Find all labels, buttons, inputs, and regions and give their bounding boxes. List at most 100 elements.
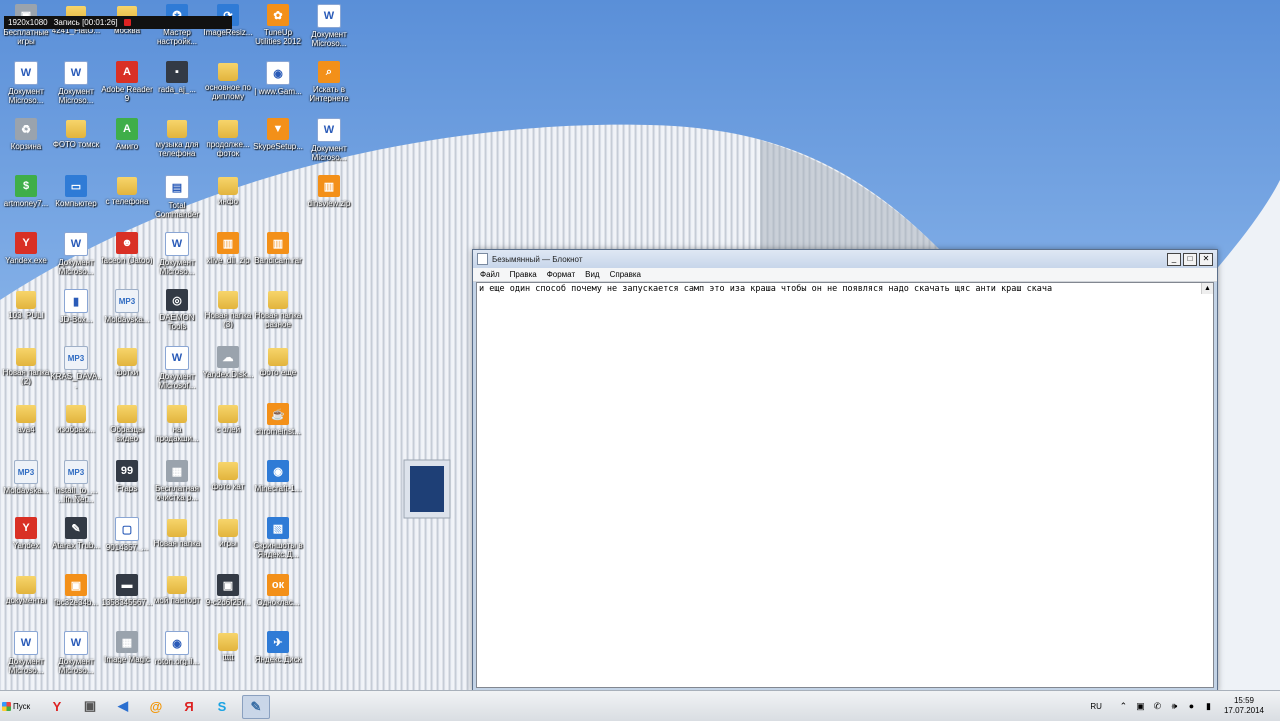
desktop-icon[interactable]: ☻ faceon (Jatoo) — [101, 232, 153, 265]
desktop-icon[interactable]: Y Yandex.exe — [0, 232, 52, 265]
screen-recorder-bar[interactable]: 1920x1080 Запись [00:01:26] — [4, 16, 232, 29]
desktop-icon[interactable]: ▦ Бесплатная очистка р... — [151, 460, 203, 502]
desktop-icon[interactable]: ✈ Яндекс.Диск — [252, 631, 304, 664]
desktop-icon[interactable]: Новая папка (3) — [202, 289, 254, 329]
network-icon[interactable]: ✆ — [1152, 701, 1163, 712]
scroll-up-icon[interactable]: ▲ — [1201, 283, 1213, 294]
menu-view[interactable]: Вид — [585, 270, 599, 279]
desktop-icon[interactable]: ▦ Image Magic — [101, 631, 153, 664]
desktop-icon[interactable]: ⌕ Искать в Интернете — [303, 61, 355, 103]
taskbar-app-notepad[interactable]: ✎ — [242, 695, 270, 719]
tray-status-icon[interactable]: ● — [1186, 701, 1197, 712]
record-stop-icon[interactable] — [123, 19, 131, 26]
desktop-icon[interactable]: ◉ | www.Gam... — [252, 61, 304, 96]
desktop-icon[interactable]: ▬ 1358345567... — [101, 574, 153, 607]
desktop-icon[interactable]: ▣ 9-c2d6f25f... — [202, 574, 254, 607]
battery-icon[interactable]: ▮ — [1203, 701, 1214, 712]
taskbar-app-mail[interactable]: @ — [143, 695, 169, 717]
notepad-titlebar[interactable]: Безымянный — Блокнот _ □ ✕ — [473, 250, 1217, 268]
desktop-icon[interactable]: ▤ Total Commander — [151, 175, 203, 219]
desktop-icon[interactable]: ◉ roton.org.il... — [151, 631, 203, 666]
show-hidden-icons-icon[interactable]: ⌃ — [1118, 701, 1129, 712]
text-editor-area[interactable]: и еще один способ почему не запускается … — [476, 282, 1214, 688]
desktop-icon[interactable]: инфо — [202, 175, 254, 206]
desktop-icon[interactable]: MP3 Moldavska... — [101, 289, 153, 324]
desktop-icon[interactable]: ✎ Atarax Trub... — [50, 517, 102, 550]
desktop-icon[interactable]: 99 Fraps — [101, 460, 153, 493]
desktop-icon[interactable]: игры — [202, 517, 254, 548]
taskbar-app-yandex[interactable]: Y — [44, 695, 70, 717]
close-button[interactable]: ✕ — [1199, 252, 1213, 266]
desktop-icon[interactable]: ◎ DAEMON Tools — [151, 289, 203, 331]
menu-file[interactable]: Файл — [480, 270, 500, 279]
desktop-icon[interactable]: ◉ Minecraft-1... — [252, 460, 304, 493]
maximize-button[interactable]: □ — [1183, 252, 1197, 266]
desktop-icon[interactable]: продолже... фоток — [202, 118, 254, 158]
desktop-icon[interactable]: W Документ Microso... — [0, 631, 52, 675]
taskbar-app-audio[interactable]: ◀ — [110, 695, 136, 717]
desktop-icon[interactable]: ♻ Корзина — [0, 118, 52, 151]
taskbar-app-yandex-browser[interactable]: Я — [176, 695, 202, 717]
desktop-icon[interactable]: W Документ Microso... — [303, 118, 355, 162]
menu-format[interactable]: Формат — [547, 270, 575, 279]
desktop-icon[interactable]: фото кат — [202, 460, 254, 491]
desktop-icon[interactable]: ▮ JD-Box... — [50, 289, 102, 324]
start-button[interactable]: Пуск — [2, 696, 36, 716]
desktop-icon[interactable]: ок Одноклас... — [252, 574, 304, 607]
desktop-icon[interactable]: ava4 — [0, 403, 52, 434]
desktop-icon[interactable]: фото еще — [252, 346, 304, 377]
desktop-icon[interactable]: ▭ Компьютер — [50, 175, 102, 208]
desktop-icon[interactable]: A Амиго — [101, 118, 153, 151]
desktop-icon[interactable]: на продакши... — [151, 403, 203, 443]
desktop-icon[interactable]: $ artmoney7... — [0, 175, 52, 208]
desktop-icon[interactable]: ▼ SkypeSetup... — [252, 118, 304, 151]
desktop-icon[interactable]: ☁ Yandex.Disk... — [202, 346, 254, 379]
desktop-icon[interactable]: с телефона — [101, 175, 153, 206]
desktop-icon[interactable]: ФОТО томск — [50, 118, 102, 149]
desktop-icon[interactable]: ▧ Скриншоты в Яндекс.Д... — [252, 517, 304, 559]
desktop-icon[interactable]: MP3 install_to_... ..Ifn.Net... — [50, 460, 102, 504]
desktop-icon[interactable]: Y Yandex — [0, 517, 52, 550]
desktop-icon[interactable]: мой паспорт — [151, 574, 203, 605]
desktop-icon[interactable]: W Документ Microso... — [151, 232, 203, 276]
desktop-icon[interactable]: с олей — [202, 403, 254, 434]
taskbar-app-skype[interactable]: S — [209, 695, 235, 717]
menu-edit[interactable]: Правка — [510, 270, 537, 279]
desktop-icon[interactable]: A Adobe Reader 9 — [101, 61, 153, 103]
desktop-icon[interactable]: W Документ Microso... — [0, 61, 52, 105]
volume-icon[interactable]: 🕪 — [1169, 701, 1180, 712]
desktop-icon[interactable]: ttttt — [202, 631, 254, 662]
menu-help[interactable]: Справка — [610, 270, 641, 279]
desktop-icon[interactable]: ☕ chromeinst... — [252, 403, 304, 436]
desktop-icon[interactable]: ▪ rada_aj_... — [151, 61, 203, 94]
desktop-icon[interactable]: W Документ Microso... — [303, 4, 355, 48]
desktop-icon[interactable]: документы — [0, 574, 52, 605]
desktop-icon[interactable]: Образцы видео — [101, 403, 153, 443]
desktop-icon[interactable]: ✿ TuneUp Utilities 2012 — [252, 4, 304, 46]
minimize-button[interactable]: _ — [1167, 252, 1181, 266]
desktop-icon[interactable]: Новая папка — [151, 517, 203, 548]
desktop-icon[interactable]: ▥ Bandicam.rar — [252, 232, 304, 265]
desktop-icon[interactable]: ▥ xlive_dll_zip — [202, 232, 254, 265]
desktop-icon[interactable]: основное по диплому — [202, 61, 254, 101]
language-indicator[interactable]: RU — [1090, 702, 1102, 711]
desktop-icon[interactable]: изображ... — [50, 403, 102, 434]
desktop-icon[interactable]: W Документ Microso... — [50, 61, 102, 105]
desktop-icon[interactable]: ▣ fbc32e34b... — [50, 574, 102, 607]
desktop-icon[interactable]: ▥ dinsview.zip — [303, 175, 355, 208]
desktop-icon[interactable]: ▢ 9014357_... — [101, 517, 153, 552]
notepad-window[interactable]: Безымянный — Блокнот _ □ ✕ Файл Правка Ф… — [472, 249, 1218, 692]
desktop-icon[interactable]: MP3 KRAS_DAVA... — [50, 346, 102, 390]
desktop-icon[interactable]: W Документ Microso... — [50, 232, 102, 276]
desktop-icon[interactable]: W Документ Microsof... — [151, 346, 203, 390]
desktop-icon[interactable]: Новая папка (2) — [0, 346, 52, 386]
editor-text[interactable]: и еще один способ почему не запускается … — [479, 284, 1199, 294]
desktop-icon[interactable]: W Документ Microso... — [50, 631, 102, 675]
desktop-icon[interactable]: 103_PULI — [0, 289, 52, 320]
tray-app-icon[interactable]: ▣ — [1135, 701, 1146, 712]
desktop-icon[interactable]: Новая папка разное — [252, 289, 304, 329]
desktop-icon[interactable]: MP3 Moldavska... — [0, 460, 52, 495]
clock[interactable]: 15:59 17.07.2014 — [1224, 696, 1264, 716]
taskbar-app-floppy[interactable]: ▣ — [77, 695, 103, 717]
desktop-icon[interactable]: фотки — [101, 346, 153, 377]
